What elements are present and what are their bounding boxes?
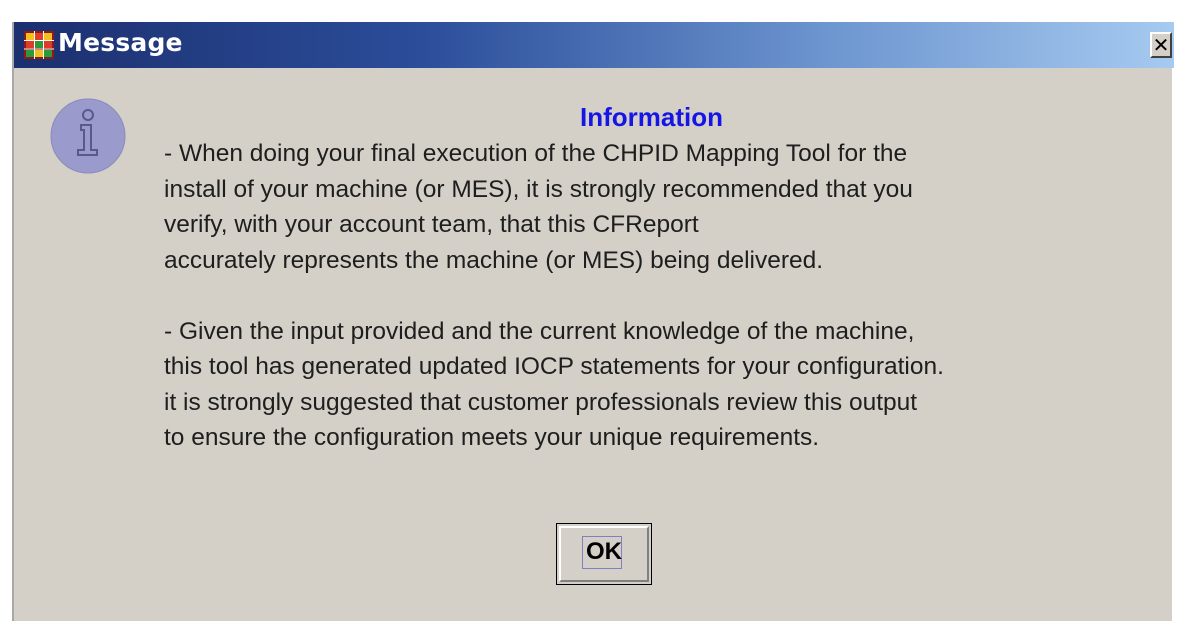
message-line: accurately represents the machine (or ME… (164, 246, 824, 274)
app-grid-icon (24, 31, 54, 59)
window-title: Message (58, 28, 183, 57)
close-button[interactable]: ✕ (1150, 32, 1172, 58)
message-line: - When doing your final execution of the… (164, 140, 908, 167)
message-dialog: Message ✕ Information - When doing your … (12, 22, 1174, 621)
message-body: - When doing your final execution of the… (164, 136, 1174, 456)
ok-button-label: OK (586, 538, 622, 565)
close-icon: ✕ (1152, 33, 1170, 57)
message-line: verify, with your account team, that thi… (164, 211, 699, 238)
info-icon (50, 98, 126, 174)
message-line: it is strongly suggested that customer p… (164, 388, 918, 416)
message-line: - Given the input provided and the curre… (164, 317, 915, 345)
title-bar[interactable]: Message ✕ (14, 22, 1174, 68)
message-heading: Information (580, 102, 723, 132)
message-line: this tool has generated updated IOCP sta… (164, 353, 944, 380)
message-line: to ensure the configuration meets your u… (164, 424, 820, 451)
message-line: install of your machine (or MES), it is … (164, 175, 913, 203)
ok-button[interactable]: OK (556, 523, 652, 585)
